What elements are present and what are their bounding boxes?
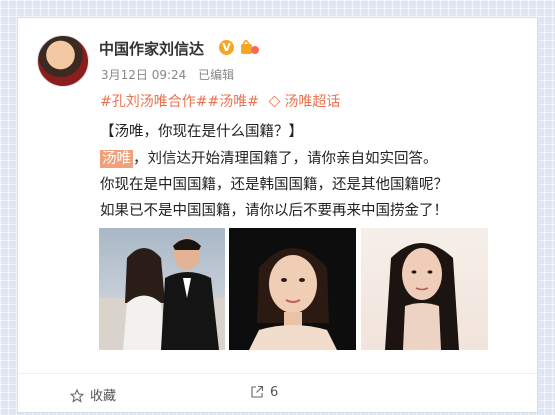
share-icon (251, 385, 264, 398)
post-line-2: 汤唯 ，刘信达开始清理国籍了，请你亲自如实回答。 (100, 147, 438, 168)
verified-icon: V (219, 40, 234, 55)
share-button[interactable]: 6 (250, 385, 278, 400)
post-footer: 收藏 6 (18, 373, 537, 415)
topic-tag-1[interactable]: #孔刘汤唯合作# (100, 94, 207, 110)
post-meta: 3月12日 09:24 已编辑 (101, 66, 242, 83)
post-image-3[interactable] (361, 228, 488, 350)
author-name[interactable]: 中国作家刘信达 (99, 38, 204, 59)
post-line-2-rest: ，刘信达开始清理国籍了，请你亲自如实回答。 (133, 151, 438, 167)
share-count: 6 (270, 385, 279, 400)
post-date[interactable]: 3月12日 09:24 (101, 68, 186, 82)
supertopic-icon (269, 95, 281, 108)
supertopic-link[interactable]: 汤唯超话 (284, 94, 340, 110)
portrait-photo (249, 248, 337, 350)
post-line-4: 如果已不是中国国籍，请你以后不要再来中国捞金了！ (100, 203, 448, 219)
author-avatar[interactable] (37, 35, 89, 87)
post-image-1[interactable] (99, 228, 225, 350)
topic-tags: #孔刘汤唯合作##汤唯# 汤唯超话 (100, 91, 340, 111)
favorite-label: 收藏 (90, 389, 117, 404)
post-image-2[interactable] (229, 228, 356, 350)
favorite-button[interactable]: 收藏 (69, 385, 117, 404)
post-line-3: 你现在是中国国籍，还是韩国国籍，还是其他国籍呢？ (100, 177, 448, 193)
post-line-1: 【汤唯，你现在是什么国籍？】 (100, 124, 303, 140)
couple-photo (99, 238, 225, 350)
star-icon (69, 388, 85, 403)
mention-tag[interactable]: 汤唯 (100, 150, 133, 168)
member-badge-icon (241, 40, 259, 54)
event-photo (385, 243, 459, 350)
weibo-post-card: 中国作家刘信达 V 3月12日 09:24 已编辑 #孔刘汤唯合作##汤唯# 汤… (17, 17, 538, 413)
edited-label: 已编辑 (198, 68, 235, 82)
topic-tag-2[interactable]: #汤唯# (207, 94, 258, 110)
